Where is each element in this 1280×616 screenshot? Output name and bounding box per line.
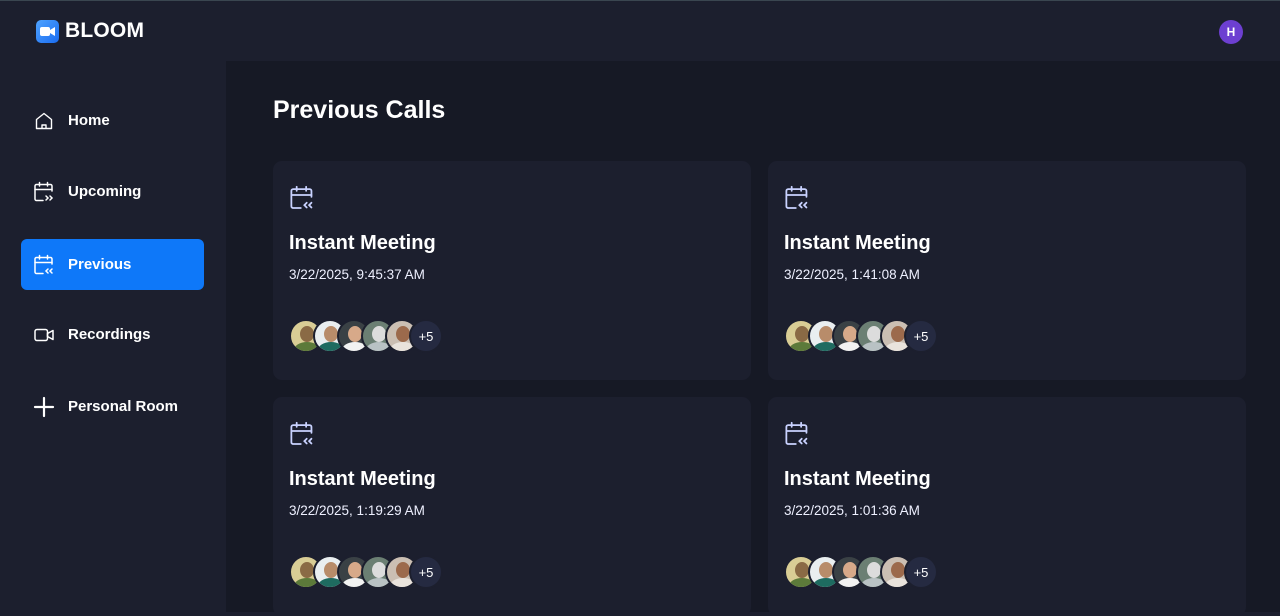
sidebar-item-home[interactable]: Home xyxy=(21,95,204,146)
meeting-title: Instant Meeting xyxy=(289,232,436,254)
call-card[interactable]: Instant Meeting 3/22/2025, 9:45:37 AM +5 xyxy=(273,161,751,380)
sidebar-item-label: Home xyxy=(68,112,110,129)
meeting-title: Instant Meeting xyxy=(289,468,436,490)
more-participants-badge: +5 xyxy=(409,555,443,589)
meeting-date: 3/22/2025, 9:45:37 AM xyxy=(289,267,425,282)
sidebar-item-label: Upcoming xyxy=(68,183,142,200)
meeting-date: 3/22/2025, 1:01:36 AM xyxy=(784,503,920,518)
calendar-back-icon xyxy=(33,254,55,276)
meeting-date: 3/22/2025, 1:19:29 AM xyxy=(289,503,425,518)
app-name: BLOOM xyxy=(65,19,145,42)
meeting-title: Instant Meeting xyxy=(784,232,931,254)
sidebar-item-recordings[interactable]: Recordings xyxy=(21,309,204,360)
calendar-back-icon xyxy=(784,185,810,215)
sidebar-item-label: Previous xyxy=(68,256,132,273)
call-card[interactable]: Instant Meeting 3/22/2025, 1:01:36 AM +5 xyxy=(768,397,1246,616)
more-participants-badge: +5 xyxy=(904,555,938,589)
home-icon xyxy=(33,110,55,132)
sidebar-item-upcoming[interactable]: Upcoming xyxy=(21,166,204,217)
call-card[interactable]: Instant Meeting 3/22/2025, 1:19:29 AM +5 xyxy=(273,397,751,616)
participant-avatars: +5 xyxy=(289,319,443,353)
plus-icon xyxy=(33,396,55,418)
more-participants-badge: +5 xyxy=(409,319,443,353)
calendar-back-icon xyxy=(289,185,315,215)
sidebar-item-label: Recordings xyxy=(68,326,151,343)
sidebar-item-previous[interactable]: Previous xyxy=(21,239,204,290)
sidebar-item-personal-room[interactable]: Personal Room xyxy=(21,381,204,432)
sidebar: Home Upcoming Previous Recordings Person… xyxy=(0,61,226,612)
page-title: Previous Calls xyxy=(273,96,446,124)
participant-avatars: +5 xyxy=(784,555,938,589)
call-card[interactable]: Instant Meeting 3/22/2025, 1:41:08 AM +5 xyxy=(768,161,1246,380)
video-camera-logo-icon xyxy=(36,19,59,43)
meeting-title: Instant Meeting xyxy=(784,468,931,490)
main-content: Previous Calls Instant Meeting 3/22/2025… xyxy=(226,61,1280,616)
calendar-forward-icon xyxy=(33,181,55,203)
sidebar-item-label: Personal Room xyxy=(68,398,179,415)
calendar-back-icon xyxy=(289,421,315,451)
video-icon xyxy=(33,324,55,346)
logo[interactable]: BLOOM xyxy=(36,19,144,43)
user-avatar[interactable]: H xyxy=(1219,20,1243,44)
calendar-back-icon xyxy=(784,421,810,451)
participant-avatars: +5 xyxy=(289,555,443,589)
more-participants-badge: +5 xyxy=(904,319,938,353)
meeting-date: 3/22/2025, 1:41:08 AM xyxy=(784,267,920,282)
top-bar: BLOOM H xyxy=(0,0,1280,61)
participant-avatars: +5 xyxy=(784,319,938,353)
